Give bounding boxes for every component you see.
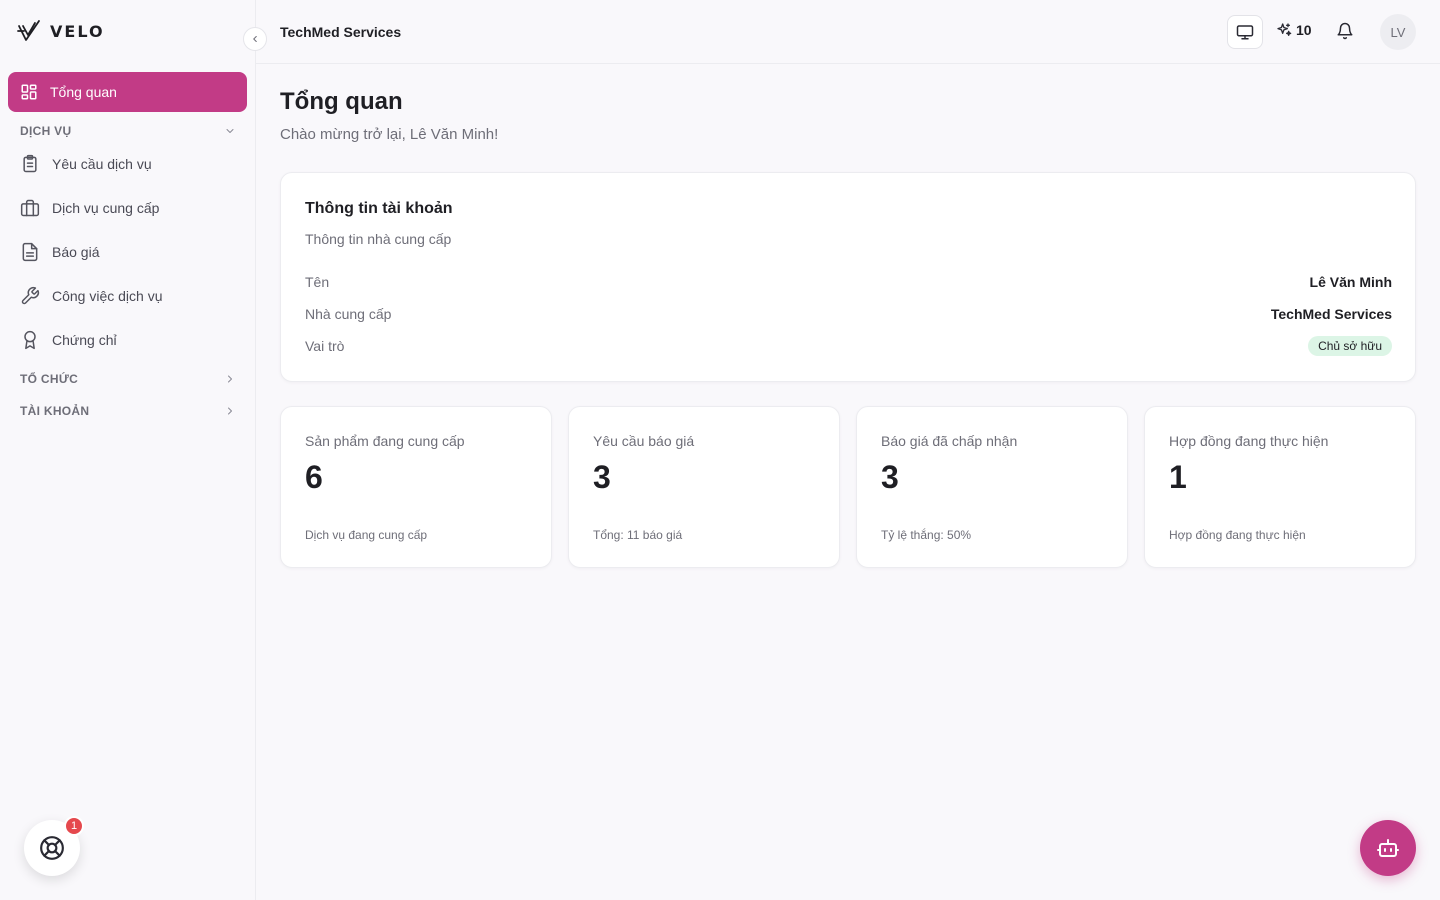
- clipboard-list-icon: [23, 154, 37, 173]
- info-label: Nhà cung cấp: [305, 306, 392, 322]
- wrench-icon: [21, 286, 40, 305]
- sidebar-item-label: Tổng quan: [50, 84, 117, 100]
- sidebar-item-label: Báo giá: [52, 244, 100, 260]
- info-row-provider: Nhà cung cấp TechMed Services: [305, 306, 1392, 322]
- page-subtitle: Chào mừng trở lại, Lê Văn Minh!: [280, 126, 499, 143]
- info-label: Tên: [305, 274, 330, 290]
- sidebar: VELO Tổng quan DỊCH VỤ Yêu cầu dịch vụ D…: [0, 0, 256, 900]
- sidebar-section-services[interactable]: DỊCH VỤ: [20, 124, 236, 138]
- info-row-name: Tên Lê Văn Minh: [305, 274, 1392, 290]
- bell-icon: [1337, 22, 1353, 40]
- stat-value: 3: [593, 459, 611, 495]
- info-row-role: Vai trò Chủ sở hữu: [305, 336, 1392, 356]
- stat-label: Sản phẩm đang cung cấp: [305, 433, 465, 449]
- notification-badge: 1: [64, 816, 84, 836]
- chevron-right-icon: [228, 407, 232, 415]
- chevron-down-icon: [226, 129, 234, 133]
- stat-card-quote-requests: Yêu cầu báo giá 3 Tổng: 11 báo giá: [568, 406, 840, 568]
- sidebar-section-account[interactable]: TÀI KHOẢN: [20, 404, 236, 418]
- credits-count: 10: [1296, 22, 1312, 38]
- stat-footer: Dịch vụ đang cung cấp: [305, 528, 428, 542]
- sidebar-section-organization[interactable]: TỔ CHỨC: [20, 372, 236, 386]
- role-badge: Chủ sở hữu: [1308, 336, 1392, 356]
- stat-card-products: Sản phẩm đang cung cấp 6 Dịch vụ đang cu…: [280, 406, 552, 568]
- card-title: Thông tin tài khoản: [305, 200, 453, 217]
- sidebar-item-quotes[interactable]: Báo giá: [8, 232, 247, 272]
- chevron-right-icon: [228, 375, 232, 383]
- info-label: Vai trò: [305, 338, 345, 354]
- account-info-card: Thông tin tài khoản Thông tin nhà cung c…: [280, 172, 1416, 382]
- display-mode-button[interactable]: [1227, 15, 1263, 49]
- stat-value: 3: [881, 459, 899, 495]
- sidebar-item-certificates[interactable]: Chứng chỉ: [8, 320, 247, 360]
- organization-name: TechMed Services: [280, 24, 402, 40]
- stat-label: Hợp đồng đang thực hiện: [1169, 433, 1329, 449]
- stat-footer: Tỷ lệ thắng: 50%: [881, 528, 972, 542]
- sidebar-item-overview[interactable]: Tổng quan: [8, 72, 247, 112]
- section-label: TỔ CHỨC: [20, 372, 79, 386]
- stat-label: Báo giá đã chấp nhận: [881, 433, 1018, 449]
- sidebar-item-label: Yêu cầu dịch vụ: [52, 156, 152, 172]
- section-label: DỊCH VỤ: [20, 124, 72, 138]
- briefcase-icon: [20, 199, 40, 217]
- stat-card-accepted-quotes: Báo giá đã chấp nhận 3 Tỷ lệ thắng: 50%: [856, 406, 1128, 568]
- sidebar-item-provided-services[interactable]: Dịch vụ cung cấp: [8, 188, 247, 228]
- stat-value: 6: [305, 459, 323, 495]
- sidebar-item-service-jobs[interactable]: Công việc dịch vụ: [8, 276, 247, 316]
- collapse-sidebar-button[interactable]: [243, 27, 267, 51]
- brand-name: VELO: [50, 21, 105, 41]
- bot-icon: [1377, 839, 1399, 857]
- life-buoy-icon: [40, 836, 64, 860]
- stat-footer: Tổng: 11 báo giá: [593, 528, 683, 542]
- sidebar-item-service-requests[interactable]: Yêu cầu dịch vụ: [8, 144, 247, 184]
- award-icon: [24, 330, 36, 350]
- notifications-button[interactable]: [1336, 22, 1354, 45]
- credits-button[interactable]: 10: [1276, 22, 1312, 38]
- brand[interactable]: VELO: [16, 18, 105, 44]
- stat-label: Yêu cầu báo giá: [593, 433, 695, 449]
- info-value: Lê Văn Minh: [1309, 274, 1392, 290]
- sparkles-icon: [1277, 23, 1292, 36]
- velo-logo-icon: [17, 20, 40, 41]
- page-title: Tổng quan: [280, 88, 403, 115]
- chevron-left-icon: [253, 35, 257, 43]
- assistant-chat-button[interactable]: [1360, 820, 1416, 876]
- monitor-icon: [1236, 25, 1254, 40]
- avatar[interactable]: LV: [1380, 14, 1416, 50]
- sidebar-item-label: Công việc dịch vụ: [52, 288, 163, 304]
- sidebar-item-label: Dịch vụ cung cấp: [52, 200, 160, 216]
- file-text-icon: [22, 242, 38, 262]
- section-label: TÀI KHOẢN: [20, 404, 90, 418]
- stat-footer: Hợp đồng đang thực hiện: [1169, 528, 1306, 542]
- topbar: TechMed Services 10 LV: [256, 0, 1440, 64]
- stat-card-active-contracts: Hợp đồng đang thực hiện 1 Hợp đồng đang …: [1144, 406, 1416, 568]
- card-subtitle: Thông tin nhà cung cấp: [305, 231, 452, 247]
- stat-value: 1: [1169, 459, 1187, 495]
- sidebar-item-label: Chứng chỉ: [52, 332, 117, 348]
- grid-icon: [21, 84, 37, 100]
- info-value: TechMed Services: [1270, 306, 1392, 322]
